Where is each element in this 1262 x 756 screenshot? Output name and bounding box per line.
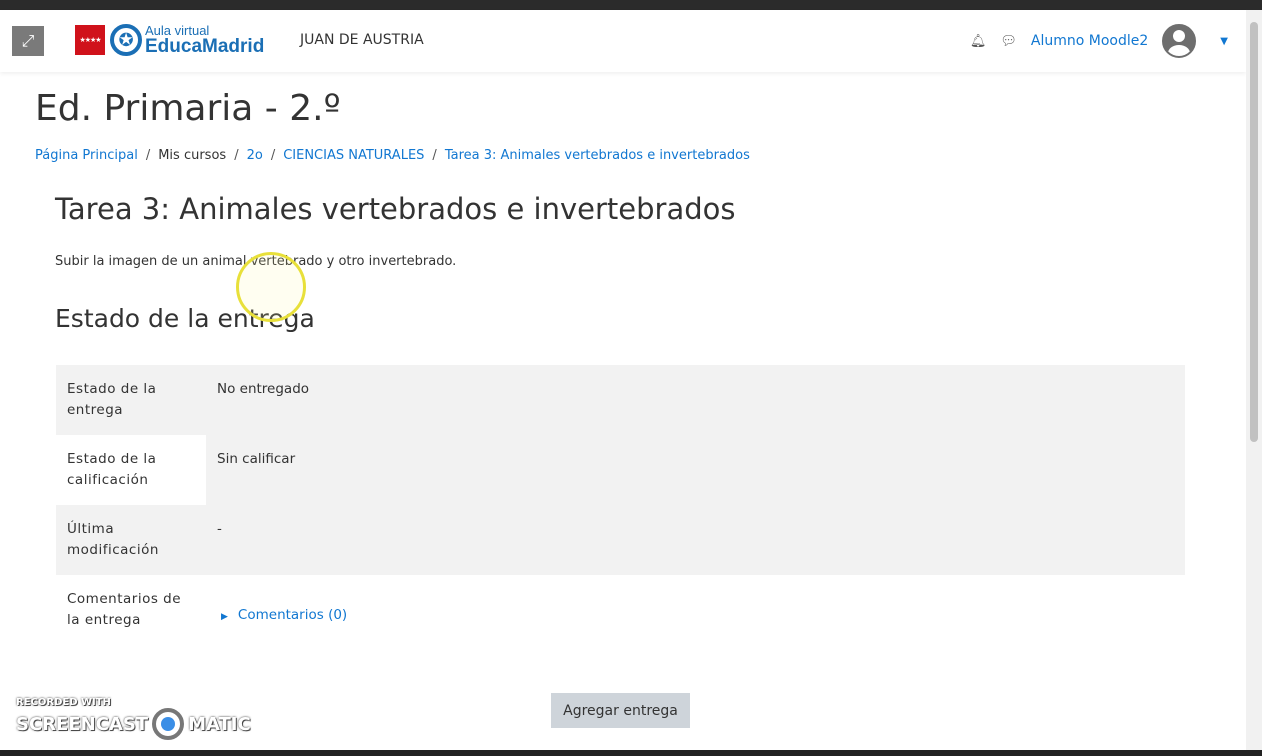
breadcrumb-assignment[interactable]: Tarea 3: Animales vertebrados e inverteb…	[445, 148, 750, 163]
screencast-watermark: RECORDED WITH SCREENCAST MATIC	[16, 697, 251, 740]
caret-right-icon: ▶	[221, 612, 228, 622]
add-submission-button[interactable]: Agregar entrega	[551, 693, 690, 728]
row-label: Estado de la calificación	[56, 435, 206, 505]
cursor-highlight	[236, 252, 306, 322]
breadcrumb-my-courses: Mis cursos	[158, 148, 227, 163]
table-row: Última modificación -	[56, 505, 1185, 575]
watermark-line1: RECORDED WITH	[16, 697, 111, 708]
chat-icon[interactable]: 💬︎	[1000, 34, 1017, 49]
screencast-logo-icon	[152, 708, 185, 740]
page-title: Ed. Primaria - 2.º	[35, 88, 341, 129]
user-name[interactable]: Alumno Moodle2	[1031, 33, 1148, 49]
scrollbar[interactable]	[1246, 10, 1262, 756]
chevron-down-icon[interactable]: ▼	[1220, 36, 1228, 47]
table-row: Comentarios de la entrega ▶ Comentarios (0…	[56, 575, 1185, 645]
bottom-bar	[0, 750, 1262, 756]
avatar[interactable]	[1162, 24, 1197, 58]
table-row: Estado de la entrega No entregado	[56, 365, 1185, 435]
logo-title: EducaMadrid	[145, 36, 265, 57]
educamadrid-logo[interactable]: ★★★★ ✪ Aula virtual EducaMadrid	[75, 24, 264, 56]
row-label: Última modificación	[56, 505, 206, 575]
watermark-brand-a: SCREENCAST	[16, 713, 149, 735]
breadcrumb-course[interactable]: 2o	[247, 148, 263, 163]
row-label: Estado de la entrega	[56, 365, 206, 435]
row-value: -	[206, 505, 1185, 575]
browser-tab-strip	[0, 0, 1262, 10]
breadcrumb-home[interactable]: Página Principal	[35, 148, 138, 163]
expand-icon[interactable]: ⤢	[12, 26, 44, 56]
row-label: Comentarios de la entrega	[67, 591, 182, 628]
comments-toggle[interactable]: ▶ Comentarios (0)	[221, 607, 347, 623]
assignment-title: Tarea 3: Animales vertebrados e inverteb…	[55, 192, 736, 226]
breadcrumb-section[interactable]: CIENCIAS NATURALES	[283, 148, 424, 163]
breadcrumb: Página Principal / Mis cursos/2o / CIENCIAS …	[35, 148, 750, 163]
watermark-brand-b: MATIC	[188, 713, 251, 735]
submission-status-table: Estado de la entrega No entregado Estado …	[56, 365, 1185, 645]
row-value: No entregado	[206, 365, 1185, 435]
navbar: ⤢ ★★★★ ✪ Aula virtual EducaMadrid JUAN DE…	[0, 10, 1246, 72]
school-name[interactable]: JUAN DE AUSTRIA	[300, 32, 424, 48]
madrid-flag-icon: ★★★★	[75, 25, 105, 55]
comments-link[interactable]: Comentarios (0)	[238, 607, 347, 623]
row-value: Sin calificar	[206, 435, 1185, 505]
table-row: Estado de la calificación Sin calificar	[56, 435, 1185, 505]
bell-icon[interactable]: 🔔︎	[970, 34, 987, 49]
educamadrid-star-icon: ✪	[110, 24, 142, 56]
